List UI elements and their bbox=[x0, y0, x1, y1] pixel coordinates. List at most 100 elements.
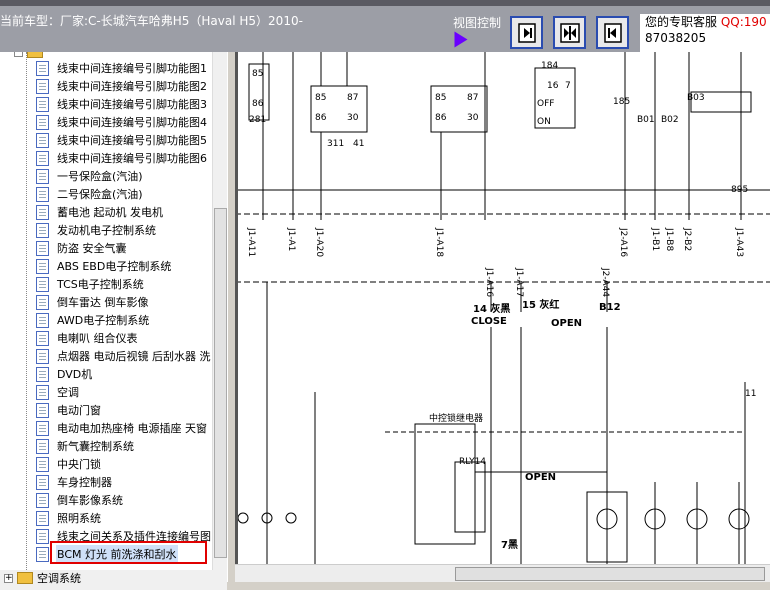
folder-icon bbox=[27, 52, 43, 58]
label-off: OFF bbox=[537, 99, 554, 109]
document-icon bbox=[36, 492, 49, 508]
collapse-icon[interactable]: − bbox=[14, 52, 23, 57]
label-7: 7 bbox=[565, 81, 571, 91]
tree-vertical-scrollbar[interactable] bbox=[212, 52, 227, 570]
tree-item-label: 线束中间连接编号引脚功能图6 bbox=[57, 152, 207, 165]
tree-folder-aircon[interactable]: + 空调系统 bbox=[4, 570, 81, 586]
tree-item-label: 线束中间连接编号引脚功能图3 bbox=[57, 98, 207, 111]
document-icon bbox=[36, 384, 49, 400]
label-r3-30: 30 bbox=[467, 113, 479, 123]
prev-page-button[interactable] bbox=[596, 16, 629, 49]
tree-item[interactable]: 电喇叭 组合仪表 bbox=[36, 329, 139, 347]
top-strip bbox=[0, 0, 770, 6]
tree-item-label: 电喇叭 组合仪表 bbox=[57, 332, 138, 345]
tree-horizontal-scrollbar[interactable]: + 空调系统 bbox=[0, 570, 227, 590]
tree-item[interactable]: 点烟器 电动后视镜 后刮水器 洗 bbox=[36, 347, 212, 365]
label-j1-a16: J1-A16 bbox=[484, 267, 494, 297]
diagram-left-edge bbox=[235, 52, 238, 570]
label-j2-b2: J2-B2 bbox=[682, 227, 692, 251]
tree-item[interactable]: ABS EBD电子控制系统 bbox=[36, 257, 172, 275]
label-j2-a16: J2-A16 bbox=[618, 227, 628, 257]
fit-width-icon bbox=[559, 22, 580, 43]
view-control-label: 视图控制 bbox=[453, 16, 502, 30]
tree-item-label: 线束中间连接编号引脚功能图1 bbox=[57, 62, 207, 75]
tree-item[interactable]: 电动电加热座椅 电源插座 天窗 bbox=[36, 419, 208, 437]
arrow-left-bar-icon bbox=[603, 22, 622, 43]
tree-item-label: 中央门锁 bbox=[57, 458, 101, 471]
panel-splitter[interactable] bbox=[227, 52, 235, 590]
folder-icon bbox=[17, 572, 33, 584]
tree-item-label: 蓄电池 起动机 发电机 bbox=[57, 206, 163, 219]
tree-item[interactable]: 发动机电子控制系统 bbox=[36, 221, 157, 239]
tree-item[interactable]: 新气囊控制系统 bbox=[36, 437, 135, 455]
tree-item[interactable]: 空调 bbox=[36, 383, 80, 401]
tree-item[interactable]: 线束中间连接编号引脚功能图3 bbox=[36, 95, 208, 113]
support-label: 您的专职客服 bbox=[645, 15, 718, 29]
tree-item[interactable]: 蓄电池 起动机 发电机 bbox=[36, 203, 164, 221]
play-triangle-icon[interactable] bbox=[454, 31, 468, 48]
label-r3-87: 87 bbox=[467, 93, 478, 103]
label-16: 16 bbox=[547, 81, 559, 91]
support-panel: 您的专职客服 QQ:190 87038205 bbox=[640, 14, 770, 52]
tree-item[interactable]: 车身控制器 bbox=[36, 473, 113, 491]
label-close: CLOSE bbox=[471, 316, 507, 327]
label-r2-87: 87 bbox=[347, 93, 358, 103]
qq-label[interactable]: QQ:190 bbox=[721, 15, 767, 29]
tree-item[interactable]: 线束中间连接编号引脚功能图5 bbox=[36, 131, 208, 149]
tree-item[interactable]: 线束中间连接编号引脚功能图6 bbox=[36, 149, 208, 167]
label-j1-a20: J1-A20 bbox=[314, 227, 324, 257]
tree-item[interactable]: 一号保险盒(汽油) bbox=[36, 167, 144, 185]
tree-item[interactable]: 中央门锁 bbox=[36, 455, 102, 473]
tree-item[interactable]: 线束中间连接编号引脚功能图1 bbox=[36, 59, 208, 77]
expand-icon[interactable]: + bbox=[4, 573, 13, 583]
label-j1-a17: J1-A17 bbox=[514, 267, 524, 297]
tree-item[interactable]: 电动门窗 bbox=[36, 401, 102, 419]
tree-item[interactable]: DVD机 bbox=[36, 365, 93, 383]
tree-item[interactable]: TCS电子控制系统 bbox=[36, 275, 145, 293]
tree-scroll-thumb[interactable] bbox=[214, 208, 227, 558]
label-85: 85 bbox=[252, 69, 263, 79]
document-icon bbox=[36, 222, 49, 238]
label-b01: B01 bbox=[637, 115, 655, 125]
tree-item-label: 防盗 安全气囊 bbox=[57, 242, 127, 255]
label-rly14: RLY14 bbox=[459, 457, 486, 467]
next-page-button[interactable] bbox=[510, 16, 543, 49]
diagram-horizontal-scrollbar[interactable] bbox=[235, 564, 770, 582]
label-r3-85: 85 bbox=[435, 93, 446, 103]
label-41: 41 bbox=[353, 139, 364, 149]
tree-item-label: 新气囊控制系统 bbox=[57, 440, 134, 453]
document-icon bbox=[36, 420, 49, 436]
document-icon bbox=[36, 528, 49, 544]
tree-item-label: 发动机电子控制系统 bbox=[57, 224, 156, 237]
tree-item[interactable]: 倒车雷达 倒车影像 bbox=[36, 293, 150, 311]
tree-item-label: 电动门窗 bbox=[57, 404, 101, 417]
tree-item-label: ABS EBD电子控制系统 bbox=[57, 260, 172, 273]
tree-item[interactable]: 线束中间连接编号引脚功能图4 bbox=[36, 113, 208, 131]
diagram-scroll-thumb[interactable] bbox=[455, 567, 765, 581]
tree-item[interactable]: 照明系统 bbox=[36, 509, 102, 527]
tree-item[interactable]: 线束中间连接编号引脚功能图2 bbox=[36, 77, 208, 95]
document-icon bbox=[36, 78, 49, 94]
document-icon bbox=[36, 150, 49, 166]
label-311: 311 bbox=[327, 139, 344, 149]
wiring-diagram-view[interactable]: 85 86 281 85 87 86 30 85 87 86 30 311 41… bbox=[235, 52, 770, 570]
label-86: 86 bbox=[252, 99, 264, 109]
document-icon bbox=[36, 294, 49, 310]
vehicle-title: 当前车型：厂家:C-长城汽车哈弗H5（Haval H5）2010- bbox=[0, 14, 303, 28]
tree-item[interactable]: 倒车影像系统 bbox=[36, 491, 124, 509]
tree-item-label: 二号保险盒(汽油) bbox=[57, 188, 143, 201]
document-icon bbox=[36, 366, 49, 382]
tree-item-label: 倒车影像系统 bbox=[57, 494, 123, 507]
document-icon bbox=[36, 510, 49, 526]
arrow-right-bar-icon bbox=[517, 22, 536, 43]
document-icon bbox=[36, 96, 49, 112]
label-j1-b8: J1-B8 bbox=[664, 227, 674, 251]
tree-item[interactable]: 防盗 安全气囊 bbox=[36, 239, 128, 257]
fit-width-button[interactable] bbox=[553, 16, 586, 49]
tree-item[interactable]: AWD电子控制系统 bbox=[36, 311, 150, 329]
tree-item-label: AWD电子控制系统 bbox=[57, 314, 150, 327]
document-icon bbox=[36, 186, 49, 202]
tree-panel: − 线束中间连接编号引脚功能图1 线束中间连接编号引脚功能图2 线束中间连接编号引脚… bbox=[0, 52, 227, 590]
tree-item[interactable]: 二号保险盒(汽油) bbox=[36, 185, 144, 203]
label-14: 14 灰黑 bbox=[473, 302, 510, 315]
